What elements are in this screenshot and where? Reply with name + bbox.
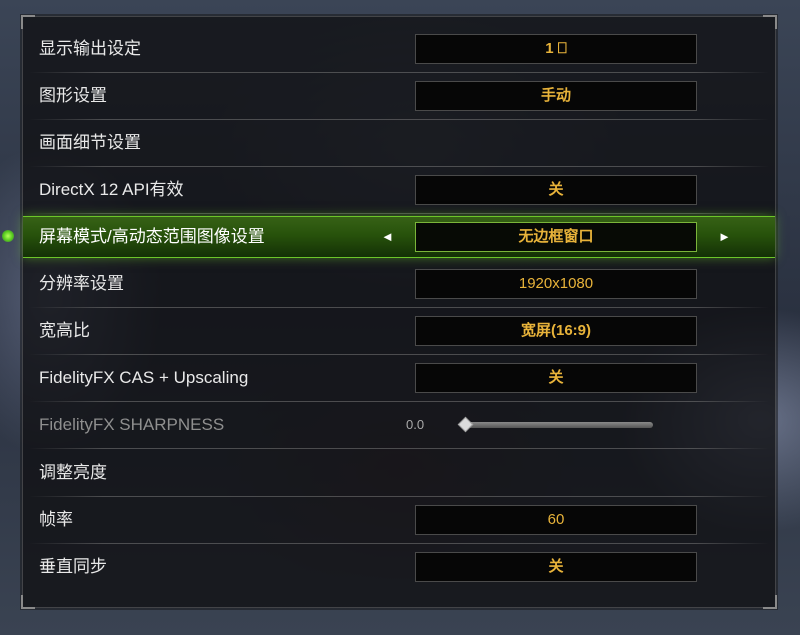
setting-value[interactable]: 关 <box>415 175 697 205</box>
setting-value-text: 60 <box>547 511 565 528</box>
setting-row-aspect-ratio[interactable]: 宽高比 宽屏(16:9) <box>23 311 775 355</box>
setting-value[interactable]: 关 <box>415 552 697 582</box>
setting-label: FidelityFX CAS + Upscaling <box>39 368 249 387</box>
setting-label: 帧率 <box>39 510 73 529</box>
row-divider <box>29 354 769 355</box>
setting-value[interactable]: 手动 <box>415 81 697 111</box>
setting-value[interactable]: 关 <box>415 363 697 393</box>
row-divider <box>29 213 769 214</box>
row-divider <box>29 307 769 308</box>
setting-label: 屏幕模式/高动态范围图像设置 <box>39 227 265 246</box>
slider-value-text: 0.0 <box>406 417 425 432</box>
arrow-left-icon[interactable]: ◄ <box>381 217 394 257</box>
setting-row-display-output[interactable]: 显示输出设定 1 ⎕ <box>23 29 775 73</box>
sharpness-slider-track[interactable] <box>463 422 653 428</box>
setting-value[interactable]: 1920x1080 <box>415 269 697 299</box>
setting-value[interactable]: 无边框窗口 <box>415 222 697 252</box>
setting-row-fidelityfx-sharpness[interactable]: FidelityFX SHARPNESS 0.0 <box>23 405 775 449</box>
setting-row-brightness[interactable]: 调整亮度 <box>23 453 775 497</box>
setting-row-vsync[interactable]: 垂直同步 关 <box>23 547 775 587</box>
setting-row-graphics[interactable]: 图形设置 手动 <box>23 76 775 120</box>
setting-label: 垂直同步 <box>39 557 107 576</box>
panel-corner <box>21 595 35 609</box>
selection-indicator-icon <box>2 230 14 242</box>
setting-label: FidelityFX SHARPNESS <box>39 415 225 434</box>
setting-row-directx12[interactable]: DirectX 12 API有效 关 <box>23 170 775 214</box>
row-divider <box>29 401 769 402</box>
setting-row-screen-mode[interactable]: 屏幕模式/高动态范围图像设置 ◄ 无边框窗口 ► <box>2 216 775 258</box>
row-divider <box>29 166 769 167</box>
row-divider <box>29 119 769 120</box>
setting-label: 宽高比 <box>39 321 90 340</box>
setting-value[interactable]: 60 <box>415 505 697 535</box>
setting-label: 画面细节设置 <box>39 133 141 152</box>
panel-corner <box>763 595 777 609</box>
setting-row-detail[interactable]: 画面细节设置 <box>23 123 775 167</box>
row-divider <box>29 72 769 73</box>
settings-panel: 显示输出设定 1 ⎕ 图形设置 手动 画面细节设置 DirectX 12 API… <box>2 15 777 609</box>
setting-value[interactable]: 1 ⎕ <box>415 34 697 64</box>
setting-label: DirectX 12 API有效 <box>39 180 184 199</box>
row-divider <box>29 496 769 497</box>
arrow-right-icon[interactable]: ► <box>718 217 731 257</box>
setting-label: 图形设置 <box>39 86 107 105</box>
row-divider <box>29 543 769 544</box>
setting-row-resolution[interactable]: 分辨率设置 1920x1080 <box>23 264 775 308</box>
panel-corner <box>763 15 777 29</box>
setting-label: 调整亮度 <box>39 463 107 482</box>
setting-value-text: 1920x1080 <box>518 275 594 292</box>
setting-row-fidelityfx-cas[interactable]: FidelityFX CAS + Upscaling 关 <box>23 358 775 402</box>
setting-value[interactable]: 宽屏(16:9) <box>415 316 697 346</box>
row-divider <box>29 448 769 449</box>
panel-corner <box>21 15 35 29</box>
setting-row-frame-rate[interactable]: 帧率 60 <box>23 500 775 544</box>
setting-label: 显示输出设定 <box>39 39 141 58</box>
setting-label: 分辨率设置 <box>39 274 124 293</box>
sharpness-slider-knob[interactable] <box>457 416 474 433</box>
